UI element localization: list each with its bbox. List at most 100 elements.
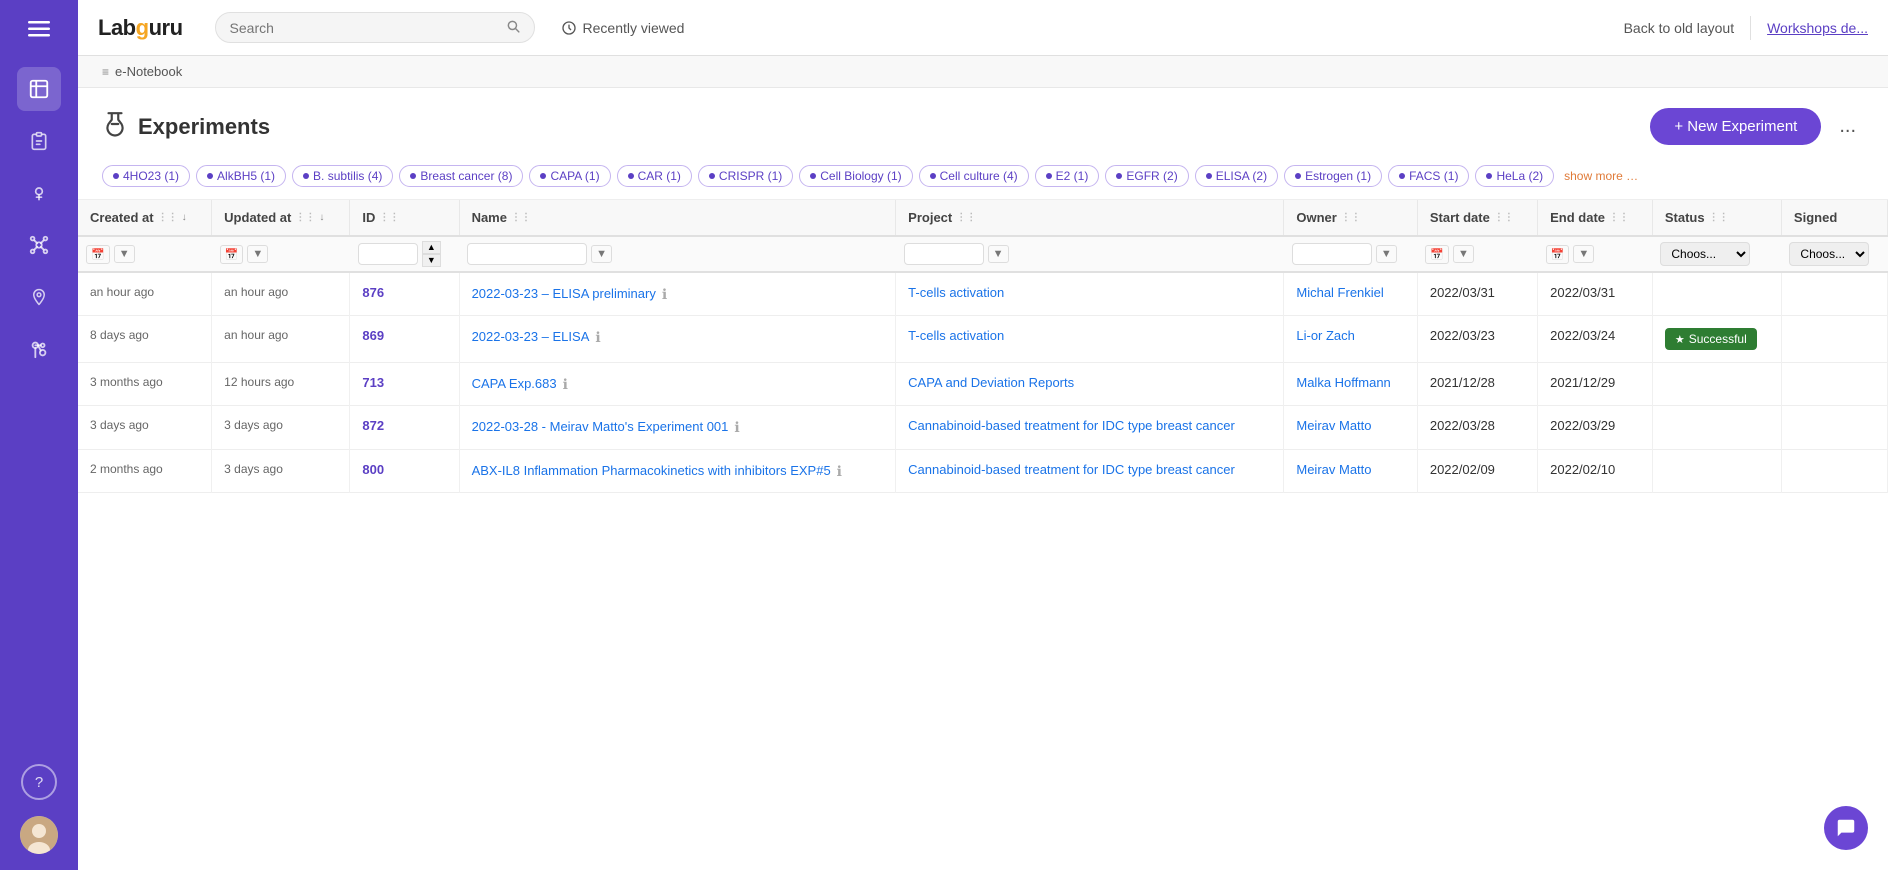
tag-egfr[interactable]: EGFR (2) — [1105, 165, 1188, 187]
sidebar-item-network[interactable] — [17, 223, 61, 267]
logo[interactable]: Labguru — [98, 15, 183, 41]
cell-signed — [1781, 363, 1887, 406]
info-icon[interactable]: ℹ — [563, 376, 568, 393]
tag-hela[interactable]: HeLa (2) — [1475, 165, 1554, 187]
cell-project: CAPA and Deviation Reports — [896, 363, 1284, 406]
cell-start-date: 2022/03/28 — [1417, 406, 1537, 449]
project-link[interactable]: CAPA and Deviation Reports — [908, 375, 1074, 390]
filter-dropdown-owner[interactable]: ▼ — [1376, 245, 1397, 263]
name-link[interactable]: 2022-03-23 – ELISA preliminary — [472, 285, 656, 303]
tag-elisa[interactable]: ELISA (2) — [1195, 165, 1278, 187]
sidebar-item-clipboard[interactable] — [17, 119, 61, 163]
filter-funnel-end-date[interactable]: ▼ — [1573, 245, 1594, 263]
help-button[interactable]: ? — [21, 764, 57, 800]
cell-end-date: 2022/03/31 — [1538, 272, 1653, 316]
filter-owner: ▼ — [1284, 236, 1417, 272]
id-link[interactable]: 800 — [362, 462, 384, 477]
filter-start-date: 📅 ▼ — [1417, 236, 1537, 272]
col-drag-owner[interactable]: ⋮⋮ — [1341, 212, 1361, 223]
col-drag-updated-at[interactable]: ⋮⋮ — [295, 212, 315, 223]
filter-calendar-created-at[interactable]: 📅 — [86, 245, 110, 264]
project-link[interactable]: T-cells activation — [908, 328, 1004, 343]
tag-facs[interactable]: FACS (1) — [1388, 165, 1469, 187]
tag-breast-cancer[interactable]: Breast cancer (8) — [399, 165, 523, 187]
id-link[interactable]: 713 — [362, 375, 384, 390]
filter-signed-select[interactable]: Choos... — [1789, 242, 1869, 266]
cell-start-date: 2022/03/23 — [1417, 316, 1537, 363]
owner-link[interactable]: Li-or Zach — [1296, 328, 1355, 343]
id-sort-desc[interactable]: ▼ — [422, 254, 441, 267]
tag-e2[interactable]: E2 (1) — [1035, 165, 1100, 187]
tag-capa[interactable]: CAPA (1) — [529, 165, 610, 187]
col-drag-name[interactable]: ⋮⋮ — [511, 212, 531, 223]
filter-updated-at: 📅 ▼ — [212, 236, 350, 272]
id-link[interactable]: 872 — [362, 418, 384, 433]
chat-bubble[interactable] — [1824, 806, 1868, 850]
id-link[interactable]: 876 — [362, 285, 384, 300]
cell-status — [1652, 406, 1781, 449]
name-link[interactable]: CAPA Exp.683 — [472, 375, 557, 393]
filter-calendar-end-date[interactable]: 📅 — [1546, 245, 1570, 264]
tag-alkbh5[interactable]: AlkBH5 (1) — [196, 165, 286, 187]
col-drag-end-date[interactable]: ⋮⋮ — [1609, 212, 1629, 223]
filter-id-input[interactable] — [358, 243, 418, 265]
col-drag-id[interactable]: ⋮⋮ — [379, 212, 399, 223]
col-drag-status[interactable]: ⋮⋮ — [1709, 212, 1729, 223]
new-experiment-button[interactable]: + New Experiment — [1650, 108, 1821, 145]
sidebar-item-location[interactable] — [17, 275, 61, 319]
tag-cell-culture[interactable]: Cell culture (4) — [919, 165, 1029, 187]
filter-funnel-start-date[interactable]: ▼ — [1453, 245, 1474, 263]
owner-link[interactable]: Michal Frenkiel — [1296, 285, 1383, 300]
filter-status-select[interactable]: Choos... — [1660, 242, 1750, 266]
col-drag-start-date[interactable]: ⋮⋮ — [1494, 212, 1514, 223]
cell-signed — [1781, 406, 1887, 449]
name-link[interactable]: 2022-03-23 – ELISA — [472, 328, 590, 346]
owner-link[interactable]: Malka Hoffmann — [1296, 375, 1390, 390]
tag-car[interactable]: CAR (1) — [617, 165, 692, 187]
col-drag-created-at[interactable]: ⋮⋮ — [158, 212, 178, 223]
col-sort-created-at[interactable]: ↓ — [182, 212, 187, 223]
search-input[interactable] — [230, 20, 498, 36]
info-icon[interactable]: ℹ — [734, 419, 739, 436]
owner-link[interactable]: Meirav Matto — [1296, 418, 1371, 433]
sidebar-item-ideas[interactable] — [17, 171, 61, 215]
filter-calendar-updated-at[interactable]: 📅 — [220, 245, 244, 264]
show-more-tags[interactable]: show more … — [1564, 169, 1638, 183]
user-avatar[interactable] — [20, 816, 58, 854]
col-drag-project[interactable]: ⋮⋮ — [956, 212, 976, 223]
back-to-old-layout-link[interactable]: Back to old layout — [1624, 20, 1735, 36]
sidebar-item-experiments[interactable] — [17, 67, 61, 111]
filter-name-input[interactable] — [467, 243, 587, 265]
filter-project-input[interactable] — [904, 243, 984, 265]
info-icon[interactable]: ℹ — [837, 463, 842, 480]
hamburger-menu[interactable] — [20, 12, 58, 51]
tag-4ho23[interactable]: 4HO23 (1) — [102, 165, 190, 187]
filter-funnel-project[interactable]: ▼ — [988, 245, 1009, 263]
filter-funnel-name[interactable]: ▼ — [591, 245, 612, 263]
id-link[interactable]: 869 — [362, 328, 384, 343]
recently-viewed-btn[interactable]: Recently viewed — [551, 14, 695, 42]
name-link[interactable]: 2022-03-28 - Meirav Matto's Experiment 0… — [472, 418, 729, 436]
info-icon[interactable]: ℹ — [595, 329, 600, 346]
col-sort-updated-at[interactable]: ↓ — [319, 212, 324, 223]
filter-owner-input[interactable] — [1292, 243, 1372, 265]
filter-funnel-updated-at[interactable]: ▼ — [247, 245, 268, 263]
more-options-button[interactable]: ... — [1831, 111, 1864, 142]
project-link[interactable]: T-cells activation — [908, 285, 1004, 300]
sidebar-item-molecules[interactable] — [17, 327, 61, 371]
tag-crispr[interactable]: CRISPR (1) — [698, 165, 793, 187]
info-icon[interactable]: ℹ — [662, 286, 667, 303]
filter-calendar-start-date[interactable]: 📅 — [1425, 245, 1449, 264]
id-sort-asc[interactable]: ▲ — [422, 241, 441, 254]
tag-cell-biology[interactable]: Cell Biology (1) — [799, 165, 912, 187]
search-box[interactable] — [215, 12, 535, 43]
name-link[interactable]: ABX-IL8 Inflammation Pharmacokinetics wi… — [472, 462, 831, 480]
cell-signed — [1781, 272, 1887, 316]
filter-funnel-created-at[interactable]: ▼ — [114, 245, 135, 263]
tag-estrogen[interactable]: Estrogen (1) — [1284, 165, 1382, 187]
workshops-link[interactable]: Workshops de... — [1767, 20, 1868, 36]
project-link[interactable]: Cannabinoid-based treatment for IDC type… — [908, 418, 1235, 433]
owner-link[interactable]: Meirav Matto — [1296, 462, 1371, 477]
tag-b-subtilis[interactable]: B. subtilis (4) — [292, 165, 393, 187]
project-link[interactable]: Cannabinoid-based treatment for IDC type… — [908, 462, 1235, 477]
